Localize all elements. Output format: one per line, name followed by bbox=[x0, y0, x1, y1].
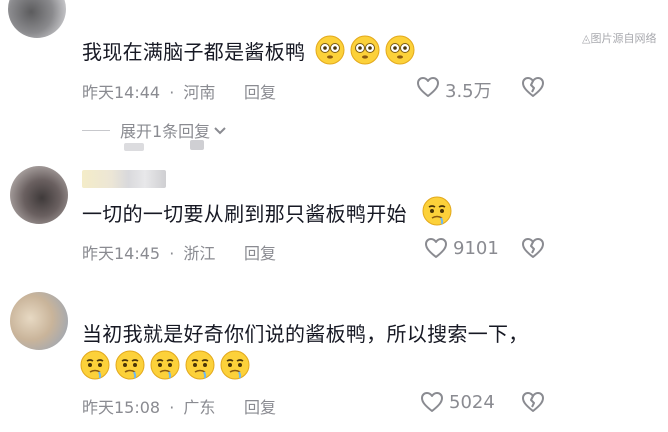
like-count: 5024 bbox=[449, 392, 495, 413]
separator: · bbox=[169, 83, 175, 102]
drooling-emoji bbox=[115, 350, 145, 380]
broken-heart-icon bbox=[522, 392, 544, 412]
like-button[interactable] bbox=[416, 76, 440, 98]
drooling-emoji bbox=[220, 350, 250, 380]
drooling-emoji bbox=[185, 350, 215, 380]
drooling-emoji bbox=[150, 350, 180, 380]
drooling-emoji bbox=[80, 350, 110, 380]
like-button[interactable] bbox=[424, 237, 448, 259]
flushed-emoji bbox=[350, 35, 380, 65]
blurred-block bbox=[190, 140, 204, 150]
comment-text: 一切的一切要从刷到那只酱板鸭开始 bbox=[82, 202, 407, 226]
comment-text: 我现在满脑子都是酱板鸭 bbox=[82, 40, 306, 64]
separator: · bbox=[169, 398, 175, 417]
reply-button[interactable]: 回复 bbox=[244, 79, 276, 103]
reply-button[interactable]: 回复 bbox=[244, 240, 276, 264]
comment-location: 河南 bbox=[183, 83, 216, 102]
broken-heart-icon bbox=[522, 77, 544, 97]
flushed-emoji bbox=[315, 35, 345, 65]
reply-button[interactable]: 回复 bbox=[244, 394, 276, 418]
separator: · bbox=[169, 244, 175, 263]
avatar[interactable] bbox=[8, 0, 66, 38]
comment-text: 当初我就是好奇你们说的酱板鸭，所以搜索一下， bbox=[82, 322, 529, 346]
drooling-emoji bbox=[422, 196, 452, 226]
comment-location: 广东 bbox=[183, 398, 216, 417]
heart-outline-icon bbox=[421, 392, 443, 412]
source-watermark: ◬图片源自网络 bbox=[582, 32, 657, 45]
comment-emojis bbox=[80, 350, 250, 380]
blurred-block bbox=[124, 143, 144, 151]
comment-emojis bbox=[315, 35, 415, 65]
like-count: 9101 bbox=[453, 238, 499, 259]
expand-line bbox=[82, 129, 110, 131]
dislike-button[interactable] bbox=[521, 391, 545, 413]
dislike-button[interactable] bbox=[521, 237, 545, 259]
comment-time: 昨天14:45 bbox=[82, 244, 161, 263]
comment-meta: 昨天14:44 · 河南 bbox=[82, 79, 215, 103]
heart-outline-icon bbox=[417, 77, 439, 97]
heart-outline-icon bbox=[425, 238, 447, 258]
comment-time: 昨天14:44 bbox=[82, 83, 161, 102]
comment-time: 昨天15:08 bbox=[82, 398, 161, 417]
avatar[interactable] bbox=[10, 166, 68, 224]
comment-location: 浙江 bbox=[183, 244, 216, 263]
expand-replies[interactable]: 展开1条回复 bbox=[82, 118, 228, 142]
expand-label: 展开1条回复 bbox=[120, 122, 211, 141]
like-button[interactable] bbox=[420, 391, 444, 413]
avatar[interactable] bbox=[10, 292, 68, 350]
comment-meta: 昨天15:08 · 广东 bbox=[82, 394, 215, 418]
comment-meta: 昨天14:45 · 浙江 bbox=[82, 240, 215, 264]
like-count: 3.5万 bbox=[445, 81, 492, 102]
dislike-button[interactable] bbox=[521, 76, 545, 98]
broken-heart-icon bbox=[522, 238, 544, 258]
blurred-username bbox=[82, 170, 166, 188]
chevron-down-icon bbox=[214, 127, 226, 135]
comment-emojis bbox=[422, 196, 452, 226]
flushed-emoji bbox=[385, 35, 415, 65]
